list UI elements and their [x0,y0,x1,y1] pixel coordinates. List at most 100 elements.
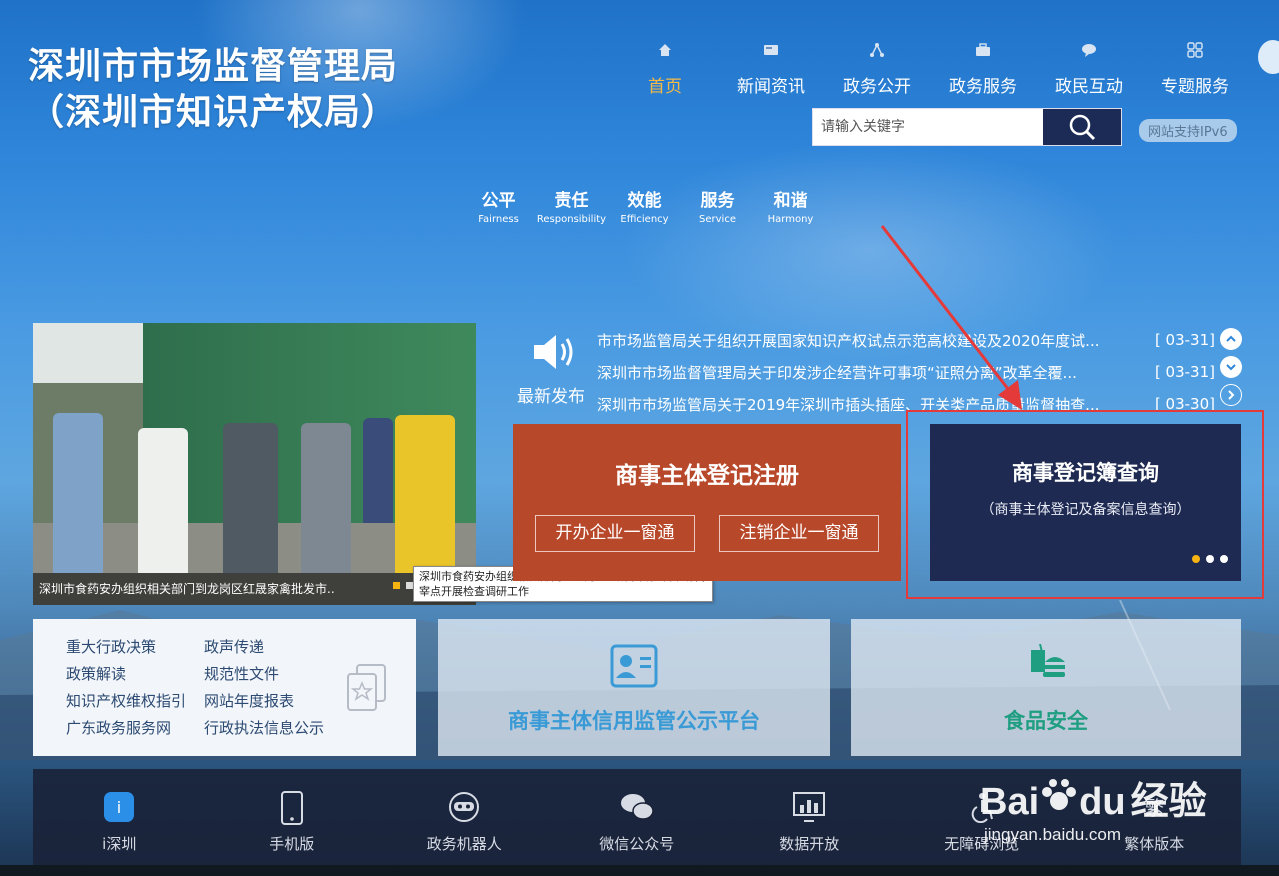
nav-label: 政务服务 [949,77,1017,97]
photo-caption[interactable]: 深圳市食药安办组织相关部门到龙岗区红晟家禽批发市.. [33,573,476,605]
news-date: [ 03-31] [1154,331,1215,349]
link-guangdong-service[interactable]: 广东政务服务网 [66,719,204,738]
watermark-brand2: du [1079,781,1126,823]
emblem-logo [1258,40,1279,74]
news-next-button[interactable] [1220,384,1242,406]
nav-gov-service[interactable]: 政务服务 [930,42,1036,97]
annotation-arrow-icon [880,225,1022,410]
photo-person [53,413,103,573]
news-down-button[interactable] [1220,356,1242,378]
photo-dot-active[interactable] [393,582,400,589]
bottom-ishenzhen[interactable]: i i深圳 [33,791,206,854]
nav-special[interactable]: 专题服务 [1142,42,1248,97]
briefcase-icon [930,42,1036,64]
robot-icon [378,791,551,827]
search-input[interactable] [813,109,1043,145]
site-title: 深圳市市场监督管理局 （深圳市知识产权局） [28,44,398,136]
documents-star-icon [347,664,386,711]
watermark-brand: Bai [980,781,1040,823]
cancel-company-button[interactable]: 注销企业一窗通 [719,515,879,552]
value-en: Efficiency [620,214,669,225]
wechat-icon [551,791,724,827]
bottom-open-data[interactable]: 数据开放 [723,791,896,854]
link-ip-rights-guide[interactable]: 知识产权维权指引 [66,692,204,711]
quick-links-grid: 重大行政决策 政声传递 政策解读 规范性文件 知识产权维权指引 网站年度报表 广… [66,638,344,738]
ipv6-badge: 网站支持IPv6 [1139,119,1237,142]
credit-platform-label: 商事主体信用监管公示平台 [508,709,760,733]
value-zh: 责任 [554,191,589,211]
link-annual-report[interactable]: 网站年度报表 [204,692,344,711]
photo-person [363,418,393,523]
chevron-right-icon [1228,390,1235,400]
registration-panel: 商事主体登记注册 开办企业一窗通 注销企业一窗通 [513,424,901,581]
news-photo-carousel[interactable]: 深圳市食药安办组织相关部门到龙岗区红晟家禽批发市.. [33,323,476,605]
quick-links: 重大行政决策 政声传递 政策解读 规范性文件 知识产权维权指引 网站年度报表 广… [33,619,416,756]
chevron-up-icon [1226,335,1236,342]
ishenzhen-icon: i [33,791,206,827]
nav-gov-open[interactable]: 政务公开 [824,42,930,97]
chat-icon [1036,42,1142,64]
registration-title: 商事主体登记注册 [615,463,799,489]
photo-person [138,428,188,573]
bottom-label: 数据开放 [779,835,840,853]
news-date: [ 03-31] [1154,363,1215,381]
value-en: Service [699,214,736,225]
value-zh: 服务 [700,191,735,211]
photo-person [223,423,278,573]
link-major-decisions[interactable]: 重大行政决策 [66,638,204,657]
core-values: 公平 Fairness 责任 Responsibility 效能 Efficiency… [462,186,827,225]
value-en: Harmony [767,214,814,225]
value-zh: 和谐 [773,191,808,211]
phone-icon [206,791,379,827]
paw-icon [1042,779,1077,810]
nav-label: 政务公开 [843,77,911,97]
nav-label: 首页 [648,77,682,97]
value-en: Responsibility [536,214,607,225]
watermark-product: 经验 [1130,781,1207,823]
watermark-url: jingyan.baidu.com [984,825,1122,844]
value-service: 服务 Service [681,186,754,225]
chevron-down-icon [1226,364,1236,371]
bottom-robot[interactable]: 政务机器人 [378,791,551,854]
bottom-label: 手机版 [269,835,315,853]
food-safety-card[interactable]: 食品安全 [851,619,1241,756]
main-nav: 首页 新闻资讯 政务公开 政务服务 政民互动 专题服务 [612,42,1248,97]
news-icon [718,42,824,64]
bottom-label: i深圳 [102,835,137,853]
bottom-label: 政务机器人 [426,835,502,853]
nav-news[interactable]: 新闻资讯 [718,42,824,97]
credit-platform-card[interactable]: 商事主体信用监管公示平台 [438,619,830,756]
latest-release-label: 最新发布 [517,387,585,407]
search-button[interactable] [1043,109,1121,145]
home-icon [612,42,718,64]
nav-interaction[interactable]: 政民互动 [1036,42,1142,97]
speaker-icon [534,335,573,369]
data-chart-icon [723,791,896,827]
value-en: Fairness [478,214,519,225]
news-up-button[interactable] [1220,328,1242,350]
nav-label: 专题服务 [1161,77,1229,97]
value-harmony: 和谐 Harmony [754,186,827,225]
value-zh: 效能 [627,191,662,211]
photo-person [301,423,351,573]
baidu-watermark: Bai du 经验 jingyan.baidu.com [980,770,1207,845]
photo-person [395,415,455,573]
photo-dot[interactable] [406,582,413,589]
link-policy-interpretation[interactable]: 政策解读 [66,665,204,684]
link-normative-documents[interactable]: 规范性文件 [204,665,344,684]
id-card-icon [610,644,658,688]
bottom-mobile[interactable]: 手机版 [206,791,379,854]
nav-home[interactable]: 首页 [612,42,718,97]
bottom-wechat[interactable]: 微信公众号 [551,791,724,854]
grid-icon [1142,42,1248,64]
site-title-line1: 深圳市市场监督管理局 [28,46,399,87]
bottom-strip [0,865,1279,876]
search-box [812,108,1122,146]
nav-label: 政民互动 [1055,77,1123,97]
open-company-button[interactable]: 开办企业一窗通 [535,515,695,552]
link-law-enforcement[interactable]: 行政执法信息公示 [204,719,344,738]
search-icon [1069,114,1096,141]
news-controls [1220,324,1242,412]
link-gov-voice[interactable]: 政声传递 [204,638,344,657]
site-title-line2: （深圳市知识产权局） [28,92,399,133]
